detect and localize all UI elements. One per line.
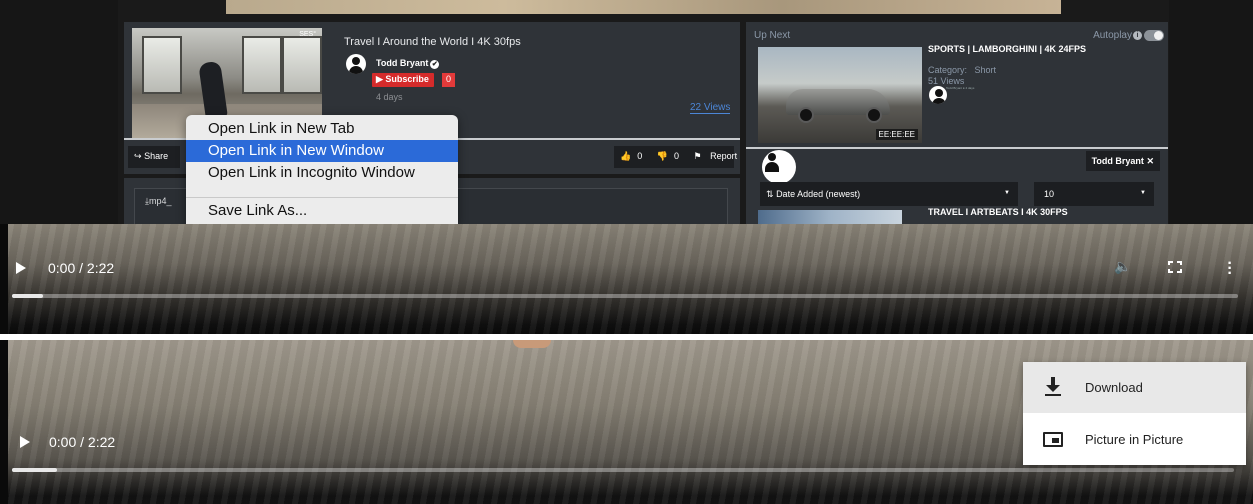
views-count-link[interactable]: 22 Views	[690, 102, 731, 114]
video-title[interactable]: Travel I Around the World I 4K 30fps	[344, 36, 521, 48]
video-player-top[interactable]: 0:00 / 2:22 🔈 · · ·	[8, 224, 1253, 336]
share-label: Share	[144, 151, 169, 161]
thumbnail-wheel	[798, 107, 814, 123]
thumbnail-wheel	[866, 107, 882, 123]
subscribe-label: Subscribe	[385, 74, 429, 84]
up-next-sidebar: Up Next Autoplay i EE:EE:EE SPORTS | LAM…	[746, 22, 1168, 224]
site-screenshot-panel: SES° Travel I Around the World I 4K 30fp…	[0, 0, 1253, 224]
download-arrow-head	[1046, 385, 1060, 392]
progress-bar[interactable]	[12, 294, 1238, 298]
picture-in-picture-icon	[1043, 432, 1063, 447]
volume-icon[interactable]: 🔈	[1114, 258, 1131, 275]
panel-edge	[0, 340, 8, 504]
flag-icon: ⚑	[693, 151, 702, 161]
thumbnail-window	[242, 36, 282, 94]
menu-item-picture-in-picture[interactable]: Picture in Picture	[1023, 414, 1246, 465]
download-arrow-base	[1045, 394, 1061, 396]
progress-fill	[12, 294, 43, 298]
autoplay-toggle[interactable]	[1144, 30, 1164, 41]
thumbnail-window	[282, 36, 322, 94]
channel-name[interactable]: Todd Bryant ✔	[376, 58, 440, 69]
next-video-category: Category: Short	[928, 65, 996, 75]
like-count: 0	[637, 151, 643, 161]
report-label: Report	[710, 151, 738, 161]
more-vert-icon[interactable]: · · ·	[1227, 256, 1233, 282]
thumbs-up-icon: 👍	[620, 151, 632, 161]
thumbnail-tag: SES°	[299, 31, 316, 38]
panel-edge	[0, 224, 8, 336]
next-video-duration: EE:EE:EE	[875, 129, 918, 140]
play-icon[interactable]	[20, 436, 30, 448]
second-video-title[interactable]: TRAVEL I ARTBEATS I 4K 30FPS	[928, 207, 1068, 217]
verified-icon: ✔	[430, 60, 440, 69]
sort-select[interactable]: ⇅ Date Added (newest) ▼	[760, 182, 1018, 206]
dislike-button[interactable]: 👎 0	[657, 151, 685, 161]
sort-value: Date Added (newest)	[776, 189, 861, 199]
time-display: 0:00 / 2:22	[49, 434, 116, 450]
format-label: mp4_	[148, 196, 172, 206]
progress-bar[interactable]	[12, 468, 1234, 472]
user-chip-label: Todd Bryant	[1091, 156, 1144, 166]
chevron-down-icon: ▼	[1004, 190, 1010, 196]
next-video-avatar[interactable]	[929, 86, 947, 104]
menu-item-save-link-as[interactable]: Save Link As...	[186, 200, 458, 222]
fullscreen-corner	[1168, 261, 1173, 265]
subscriber-count: 0	[442, 73, 456, 87]
menu-item-open-incognito[interactable]: Open Link in Incognito Window	[186, 162, 458, 184]
close-icon[interactable]: ✕	[1146, 156, 1154, 166]
progress-fill	[12, 468, 58, 472]
share-button[interactable]: ↪ Share	[128, 146, 180, 168]
next-video-views: 51 Views	[928, 76, 965, 86]
download-icon	[1045, 377, 1061, 397]
thumbnail-window	[142, 36, 182, 94]
video-frame-detail	[513, 340, 551, 348]
menu-item-open-new-tab[interactable]: Open Link in New Tab	[186, 118, 458, 140]
fullscreen-corner	[1168, 269, 1173, 273]
upload-age: 4 days	[376, 92, 403, 102]
vote-bar: 👍 0 👎 0 ⚑ Report	[614, 146, 737, 168]
time-display: 0:00 / 2:22	[48, 260, 115, 276]
menu-separator	[186, 197, 458, 198]
category-value: Short	[974, 65, 997, 75]
channel-avatar[interactable]	[346, 54, 366, 74]
user-filter-chip[interactable]: Todd Bryant ✕	[1085, 151, 1160, 171]
report-button[interactable]: ⚑ Report	[694, 151, 744, 161]
fullscreen-icon[interactable]	[1168, 261, 1182, 273]
next-video-meta: Todd Bryant ● 4 days	[946, 86, 975, 90]
download-label: Download	[1085, 380, 1143, 395]
menu-item-download[interactable]: Download	[1023, 362, 1246, 413]
dislike-count: 0	[673, 151, 679, 161]
second-video-thumbnail[interactable]	[758, 210, 902, 224]
chevron-down-icon: ▼	[1140, 190, 1146, 196]
subscribe-button[interactable]: ▶ Subscribe	[372, 73, 434, 87]
next-video-thumbnail[interactable]: EE:EE:EE	[758, 47, 922, 143]
channel-name-text: Todd Bryant	[376, 58, 429, 68]
pip-label: Picture in Picture	[1085, 432, 1184, 447]
share-icon: ↪	[134, 151, 142, 161]
menu-item-open-new-window[interactable]: Open Link in New Window	[186, 140, 458, 162]
divider	[746, 147, 1168, 149]
fullscreen-corner	[1177, 261, 1182, 265]
fullscreen-corner	[1177, 269, 1182, 273]
count-value: 10	[1044, 189, 1055, 199]
previous-video-strip	[226, 0, 1061, 14]
thumbs-down-icon: 👎	[656, 151, 668, 161]
autoplay-label: Autoplay	[1093, 30, 1132, 41]
sort-icon: ⇅	[766, 189, 774, 199]
download-format-link[interactable]: ⤓mp4_	[145, 196, 172, 207]
left-gutter	[0, 0, 118, 224]
count-select[interactable]: 10 ▼	[1034, 182, 1154, 206]
play-icon[interactable]	[16, 262, 26, 274]
category-label: Category:	[928, 65, 968, 75]
like-button[interactable]: 👍 0	[620, 151, 648, 161]
current-user-avatar[interactable]	[762, 150, 796, 184]
info-icon[interactable]: i	[1133, 31, 1142, 40]
up-next-heading: Up Next	[754, 30, 791, 41]
context-menu: Open Link in New Tab Open Link in New Wi…	[186, 115, 458, 224]
player-overflow-menu: Download Picture in Picture	[1023, 362, 1246, 465]
right-gutter	[1169, 0, 1253, 224]
next-video-title[interactable]: SPORTS | LAMBORGHINI | 4K 24FPS	[928, 44, 1086, 54]
